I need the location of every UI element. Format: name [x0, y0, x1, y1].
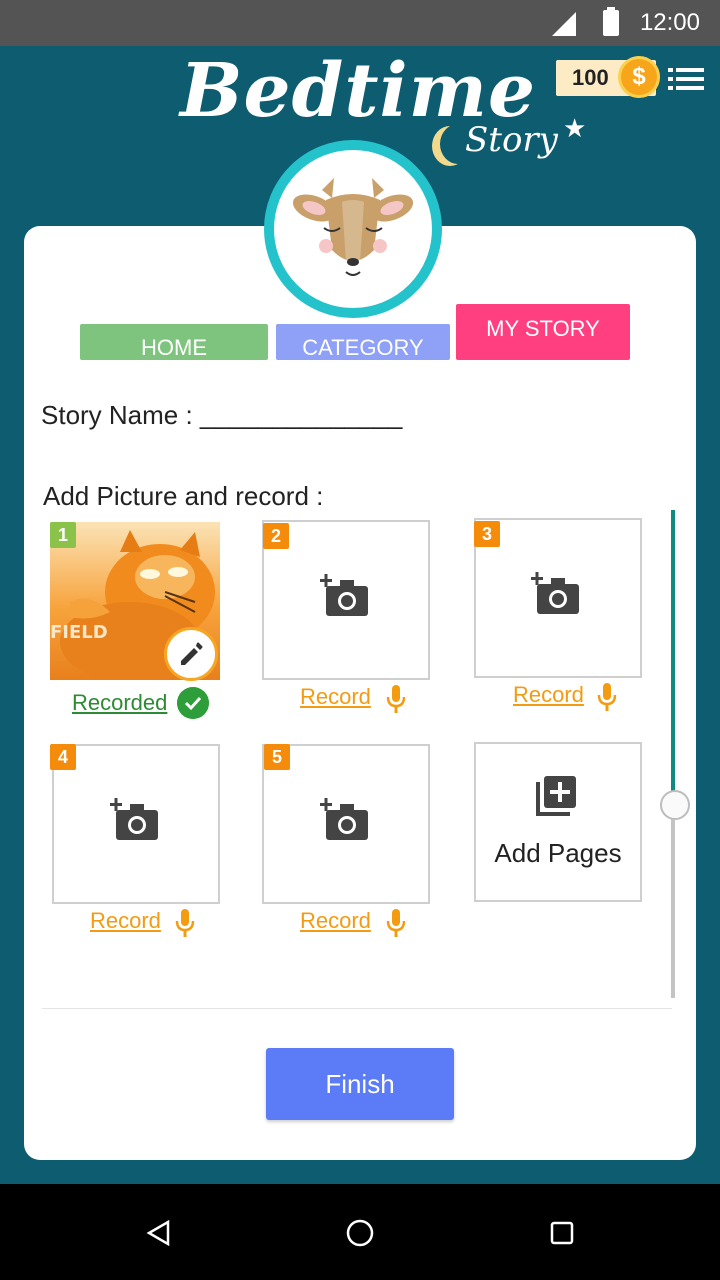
mic-icon[interactable]	[596, 682, 618, 712]
photo-caption: FIELD	[50, 622, 108, 643]
mic-icon[interactable]	[385, 684, 407, 714]
battery-icon	[603, 7, 619, 36]
camera-add-icon	[320, 798, 368, 840]
story-name-field[interactable]: Story Name : ______________	[41, 400, 402, 431]
status-bar: 12:00	[0, 0, 720, 46]
page-badge: 4	[50, 744, 76, 770]
page-badge: 2	[263, 523, 289, 549]
nav-home-icon[interactable]	[345, 1218, 375, 1248]
add-pages-button[interactable]	[474, 742, 642, 902]
mic-icon[interactable]	[174, 908, 196, 938]
add-pages-label: Add Pages	[494, 838, 622, 868]
coin-count: 100	[572, 65, 609, 90]
nav-back-icon[interactable]	[146, 1220, 172, 1246]
mic-icon[interactable]	[385, 908, 407, 938]
deer-avatar	[264, 140, 442, 318]
edit-button[interactable]	[164, 627, 218, 681]
tab-home[interactable]: HOME	[80, 324, 268, 360]
page-badge: 3	[474, 521, 500, 547]
deer-face-icon	[292, 178, 414, 276]
tab-my-story[interactable]: MY STORY	[456, 304, 630, 360]
page-badge: 1	[50, 522, 76, 548]
camera-add-icon	[531, 572, 579, 614]
record-link-page-5[interactable]: Record	[300, 908, 371, 934]
menu-icon[interactable]	[668, 67, 704, 91]
scrollbar-track-active[interactable]	[671, 510, 675, 800]
scrollbar-track[interactable]	[671, 800, 675, 998]
page-badge: 5	[264, 744, 290, 770]
signal-icon	[552, 12, 576, 36]
app-logo-subtitle: Story	[465, 120, 558, 160]
finish-button[interactable]: Finish	[266, 1048, 454, 1120]
divider	[42, 1008, 672, 1009]
add-picture-label: Add Picture and record :	[43, 481, 324, 511]
edit-icon	[181, 642, 203, 665]
check-icon	[177, 687, 209, 719]
record-link-page-3[interactable]: Record	[513, 682, 584, 708]
add-pages-icon	[536, 776, 576, 816]
status-time: 12:00	[639, 9, 700, 36]
camera-add-icon	[110, 798, 158, 840]
navigation-bar	[0, 1184, 720, 1280]
tab-category[interactable]: CATEGORY	[276, 324, 450, 360]
coin-icon: $	[618, 56, 660, 98]
star-icon: ★	[563, 113, 587, 143]
scrollbar-thumb[interactable]	[660, 790, 690, 820]
recorded-link-page-1[interactable]: Recorded	[72, 690, 167, 716]
camera-add-icon	[320, 574, 368, 616]
record-link-page-2[interactable]: Record	[300, 684, 371, 710]
record-link-page-4[interactable]: Record	[90, 908, 161, 934]
nav-recents-icon[interactable]	[550, 1221, 574, 1245]
